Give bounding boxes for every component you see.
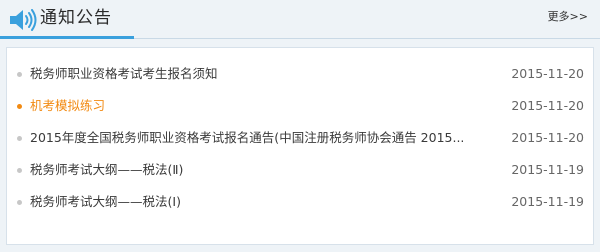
notice-date: 2015-11-20 xyxy=(511,98,584,113)
more-link[interactable]: 更多>> xyxy=(548,10,588,24)
header-accent-bar xyxy=(0,36,134,39)
notice-item[interactable]: 税务师职业资格考试考生报名须知 2015-11-20 xyxy=(7,61,593,87)
speaker-icon xyxy=(10,9,37,31)
notice-date: 2015-11-19 xyxy=(511,194,584,209)
notice-header: 通知公告 更多>> xyxy=(0,0,600,40)
bullet-dot-icon xyxy=(17,136,22,141)
bullet-dot-icon xyxy=(17,200,22,205)
notice-item[interactable]: 2015年度全国税务师职业资格考试报名通告(中国注册税务师协会通告 2015..… xyxy=(7,125,593,151)
notice-title-link[interactable]: 税务师职业资格考试考生报名须知 xyxy=(30,65,480,83)
notice-date: 2015-11-19 xyxy=(511,162,584,177)
notice-item[interactable]: 税务师考试大纲——税法(Ⅰ) 2015-11-19 xyxy=(7,189,593,215)
notice-date: 2015-11-20 xyxy=(511,66,584,81)
notice-item[interactable]: 税务师考试大纲——税法(Ⅱ) 2015-11-19 xyxy=(7,157,593,183)
notice-title-link[interactable]: 机考模拟练习 xyxy=(30,97,480,115)
bullet-dot-icon xyxy=(17,168,22,173)
section-title: 通知公告 xyxy=(40,8,112,28)
notice-title-link[interactable]: 税务师考试大纲——税法(Ⅱ) xyxy=(30,161,480,179)
bullet-dot-icon xyxy=(17,104,22,109)
notice-list-panel: 税务师职业资格考试考生报名须知 2015-11-20 机考模拟练习 2015-1… xyxy=(6,47,594,245)
bullet-dot-icon xyxy=(17,72,22,77)
notice-title-link[interactable]: 税务师考试大纲——税法(Ⅰ) xyxy=(30,193,480,211)
notice-item[interactable]: 机考模拟练习 2015-11-20 xyxy=(7,93,593,119)
notice-date: 2015-11-20 xyxy=(511,130,584,145)
notice-title-link[interactable]: 2015年度全国税务师职业资格考试报名通告(中国注册税务师协会通告 2015..… xyxy=(30,129,480,147)
